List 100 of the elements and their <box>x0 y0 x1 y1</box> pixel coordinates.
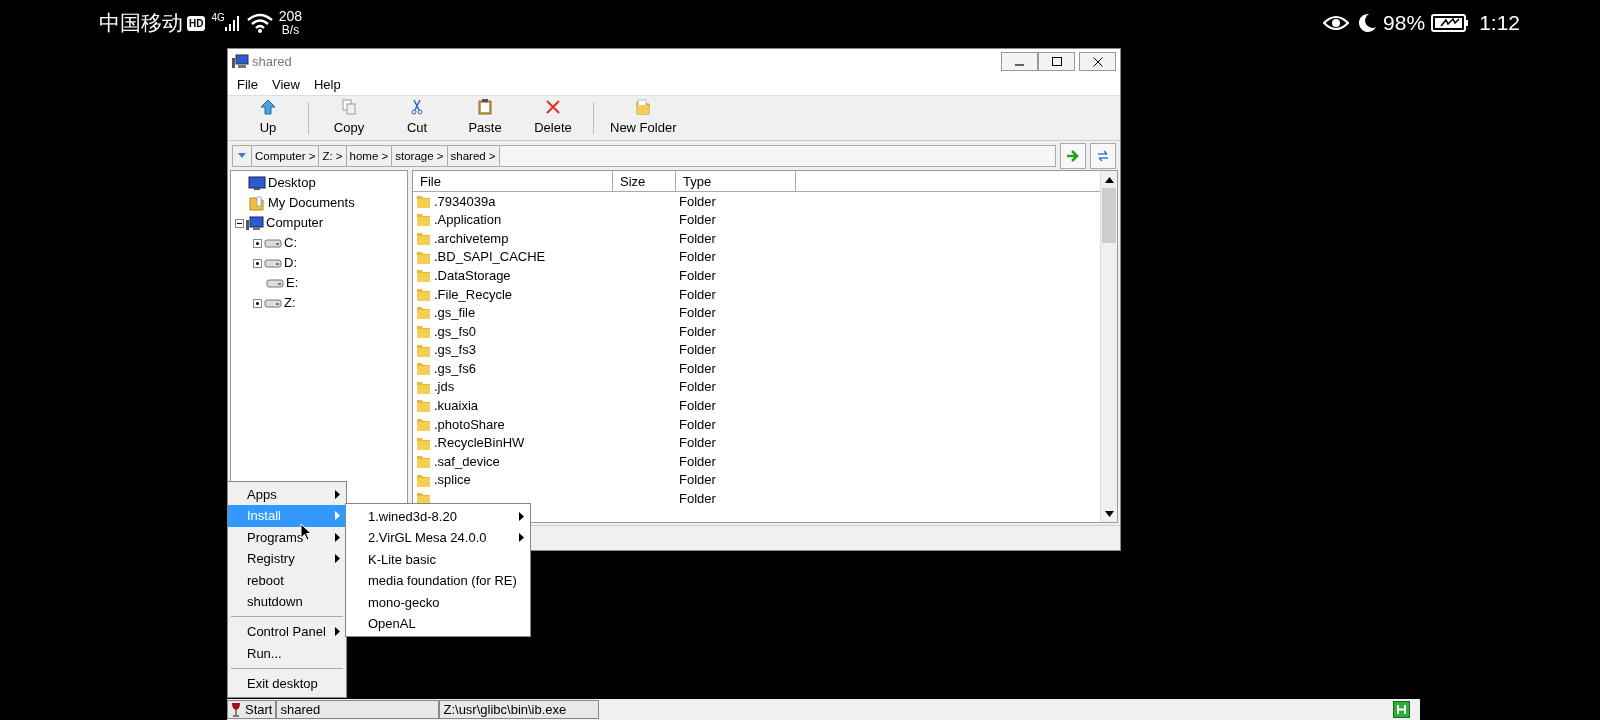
file-name[interactable]: .Application <box>434 210 502 230</box>
minimize-button[interactable] <box>1001 52 1038 71</box>
folder-icon <box>416 268 432 284</box>
tray-icon[interactable] <box>1393 701 1410 718</box>
breadcrumb[interactable]: storage > <box>392 145 448 166</box>
menu-item[interactable]: 1.wined3d-8.20 <box>346 506 530 528</box>
menu-item[interactable]: Exit desktop <box>228 673 346 695</box>
toolbar-button[interactable]: Delete <box>519 98 587 138</box>
tree-item[interactable]: E: <box>286 273 299 293</box>
file-type: Folder <box>678 285 716 304</box>
tree-item[interactable]: My Documents <box>268 193 355 213</box>
toolbar-button[interactable]: New Folder <box>600 98 687 138</box>
dropdown-button[interactable] <box>233 145 252 166</box>
start-button[interactable]: Start <box>227 700 277 719</box>
file-name[interactable]: .RecycleBinHW <box>434 433 525 453</box>
menu-item[interactable]: mono-gecko <box>346 591 530 613</box>
delete-x-icon <box>545 98 561 115</box>
breadcrumb[interactable]: home > <box>346 145 393 166</box>
folder-icon <box>416 231 432 246</box>
toolbar-button[interactable]: Copy <box>315 98 383 138</box>
file-name[interactable]: .saf_device <box>434 451 500 472</box>
column-header[interactable]: Type <box>676 171 796 191</box>
menu-item[interactable]: Help <box>306 74 348 95</box>
breadcrumb[interactable]: Z: > <box>319 145 347 166</box>
toolbar-button[interactable]: Paste <box>451 98 519 138</box>
address-bar[interactable]: Computer > Z: > home > storage > shared > <box>232 144 1056 167</box>
folder-icon <box>416 305 432 321</box>
maximize-icon <box>1051 57 1062 66</box>
toolbar-button[interactable]: Up <box>234 98 302 138</box>
refresh-button[interactable] <box>1090 142 1116 169</box>
file-type: Folder <box>678 415 716 434</box>
column-header[interactable]: File <box>413 171 613 191</box>
tree-item[interactable]: Computer <box>266 213 324 233</box>
expand-toggle[interactable] <box>253 298 262 308</box>
file-type: Folder <box>678 248 716 267</box>
expand-toggle[interactable] <box>253 238 262 248</box>
menu-item[interactable]: Registry <box>228 548 346 570</box>
taskbar-button[interactable]: shared <box>276 700 440 719</box>
scrollbar[interactable] <box>1100 171 1117 522</box>
scroll-up-icon[interactable] <box>1104 176 1114 183</box>
speed-unit: B/s <box>281 23 300 37</box>
file-type: Folder <box>678 229 716 248</box>
tree-item[interactable]: C: <box>284 233 297 253</box>
menu-item[interactable]: 2.VirGL Mesa 24.0.0 <box>346 527 530 549</box>
file-name[interactable]: .gs_file <box>434 303 476 323</box>
menu-item[interactable]: Apps <box>228 484 346 506</box>
menu-item[interactable]: Run... <box>228 642 346 665</box>
file-type: Folder <box>678 266 716 285</box>
battery-level: 98% <box>1383 10 1426 37</box>
tree-item[interactable]: D: <box>284 253 297 273</box>
minimize-icon <box>1015 64 1024 66</box>
network-speed: 208 <box>278 9 303 23</box>
breadcrumb[interactable]: shared > <box>447 145 500 166</box>
file-name[interactable]: .DataStorage <box>434 265 511 286</box>
menu-item[interactable]: Programs <box>228 526 346 549</box>
menu-item[interactable]: OpenAL <box>346 612 530 635</box>
file-name[interactable]: .gs_fs6 <box>434 358 476 379</box>
close-button[interactable] <box>1079 52 1116 71</box>
file-name[interactable]: .gs_fs0 <box>434 321 476 342</box>
file-name[interactable]: .kuaixia <box>434 396 479 416</box>
file-type: Folder <box>678 397 716 416</box>
folder-icon <box>416 212 432 228</box>
folder-icon <box>416 323 432 339</box>
file-type: Folder <box>678 452 716 471</box>
file-type: Folder <box>678 211 716 230</box>
desktop-icon <box>248 175 266 191</box>
expand-toggle[interactable] <box>253 258 262 268</box>
scroll-down-icon[interactable] <box>1104 510 1114 517</box>
menu-item[interactable]: Control Panel <box>228 621 346 643</box>
breadcrumb[interactable]: Computer > <box>252 145 320 166</box>
menu-item[interactable]: K-Lite basic <box>346 548 530 571</box>
file-name[interactable]: .gs_fs3 <box>434 340 476 360</box>
file-name[interactable]: .7934039a <box>434 191 496 212</box>
clipboard-icon <box>477 98 493 115</box>
menu-item[interactable]: View <box>264 74 307 95</box>
file-name[interactable]: .jds <box>434 377 455 397</box>
collapse-toggle[interactable] <box>235 218 244 228</box>
file-name[interactable]: .photoShare <box>434 414 505 435</box>
go-button[interactable] <box>1060 142 1086 169</box>
menu-item[interactable]: File <box>230 74 265 95</box>
toolbar-button[interactable]: Cut <box>383 98 451 138</box>
maximize-button[interactable] <box>1038 52 1075 71</box>
tree-item[interactable]: Desktop <box>268 173 316 193</box>
file-name[interactable]: .archivetemp <box>434 228 509 249</box>
menu-item[interactable]: reboot <box>228 569 346 591</box>
file-name[interactable]: .splice <box>434 470 471 490</box>
column-header[interactable]: Size <box>613 171 676 191</box>
file-type: Folder <box>678 471 716 490</box>
refresh-icon <box>1095 148 1111 163</box>
file-type: Folder <box>678 434 716 453</box>
file-name[interactable]: .BD_SAPI_CACHE <box>434 247 546 267</box>
file-name[interactable]: .File_Recycle <box>434 284 513 304</box>
scroll-thumb[interactable] <box>1102 188 1116 243</box>
menu-item[interactable]: shutdown <box>228 590 346 613</box>
taskbar-button[interactable]: Z:\usr\glibc\bin\ib.exe <box>439 700 600 719</box>
folder-icon <box>416 472 432 488</box>
carrier-name: 中国移动 <box>99 10 183 37</box>
tree-item[interactable]: Z: <box>284 293 296 313</box>
documents-folder-icon <box>248 195 266 211</box>
menu-item[interactable]: media foundation (for RE) <box>346 570 530 592</box>
